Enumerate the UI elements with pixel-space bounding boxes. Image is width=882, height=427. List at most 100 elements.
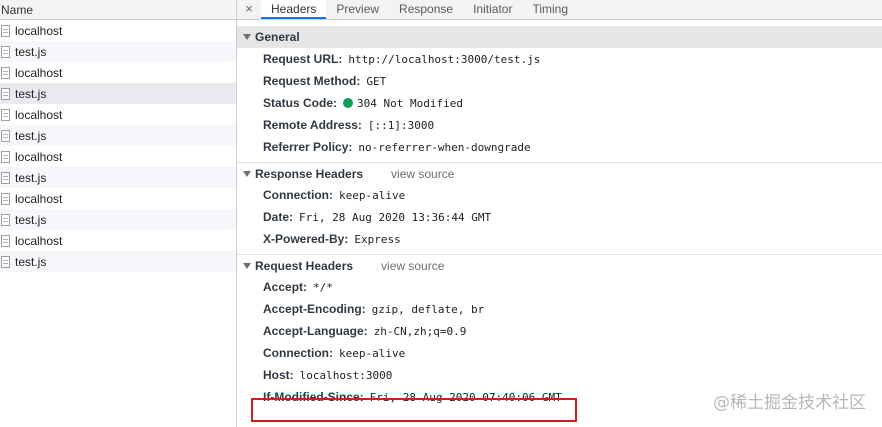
- request-name: test.js: [15, 254, 47, 269]
- request-row-selected[interactable]: test.js: [0, 83, 236, 104]
- header-name: Remote Address:: [263, 118, 362, 132]
- header-value: 304 Not Modified: [357, 96, 463, 110]
- close-icon[interactable]: ×: [237, 0, 261, 19]
- header-value: zh-CN,zh;q=0.9: [373, 324, 467, 338]
- document-icon: [1, 129, 10, 142]
- header-name: X-Powered-By:: [263, 232, 349, 246]
- header-name: Request Method:: [263, 74, 361, 88]
- document-icon: [1, 213, 10, 226]
- header-name: Accept-Encoding:: [263, 302, 366, 316]
- header-value: keep-alive: [339, 346, 406, 360]
- header-row: Connection: keep-alive: [237, 342, 882, 364]
- header-name: Connection:: [263, 346, 333, 360]
- view-source-link[interactable]: view source: [381, 259, 444, 273]
- document-icon: [1, 108, 10, 121]
- request-name: localhost: [15, 107, 63, 122]
- request-row[interactable]: localhost: [0, 62, 236, 83]
- header-row: Request Method: GET: [237, 70, 882, 92]
- response-headers-section-toggle[interactable]: Response Headers view source: [237, 162, 882, 184]
- header-name: Accept:: [263, 280, 308, 294]
- request-name: test.js: [15, 86, 47, 101]
- triangle-down-icon: [243, 34, 251, 40]
- document-icon: [1, 192, 10, 205]
- header-value: */*: [313, 280, 333, 294]
- request-row[interactable]: test.js: [0, 125, 236, 146]
- watermark: @稀土掘金技术社区: [713, 393, 866, 413]
- request-row[interactable]: localhost: [0, 20, 236, 41]
- header-row: Host: localhost:3000: [237, 364, 882, 386]
- request-name: localhost: [15, 233, 63, 248]
- detail-tabbar: × Headers Preview Response Initiator Tim…: [237, 0, 882, 20]
- header-value: Express: [354, 232, 401, 246]
- document-icon: [1, 87, 10, 100]
- request-row[interactable]: test.js: [0, 251, 236, 272]
- header-row: Connection: keep-alive: [237, 184, 882, 206]
- header-row: Accept-Encoding: gzip, deflate, br: [237, 298, 882, 320]
- section-title: General: [255, 30, 300, 44]
- request-row[interactable]: test.js: [0, 41, 236, 62]
- devtools-network-panel: Name localhost test.js localhost test.js…: [0, 0, 882, 427]
- request-name: localhost: [15, 191, 63, 206]
- request-name: localhost: [15, 23, 63, 38]
- header-value: no-referrer-when-downgrade: [358, 140, 531, 154]
- request-row[interactable]: test.js: [0, 167, 236, 188]
- document-icon: [1, 24, 10, 37]
- header-row: X-Powered-By: Express: [237, 228, 882, 250]
- header-value: GET: [366, 74, 387, 88]
- header-row: Remote Address: [::1]:3000: [237, 114, 882, 136]
- request-name: test.js: [15, 128, 47, 143]
- header-value: Fri, 28 Aug 2020 13:36:44 GMT: [299, 210, 492, 224]
- request-row[interactable]: test.js: [0, 209, 236, 230]
- document-icon: [1, 255, 10, 268]
- document-icon: [1, 234, 10, 247]
- request-details: × Headers Preview Response Initiator Tim…: [237, 0, 882, 427]
- tab-timing[interactable]: Timing: [522, 0, 578, 19]
- tab-response[interactable]: Response: [389, 0, 463, 19]
- view-source-link[interactable]: view source: [391, 167, 454, 181]
- tab-initiator[interactable]: Initiator: [463, 0, 522, 19]
- name-column-header[interactable]: Name: [0, 0, 236, 20]
- request-headers-section-toggle[interactable]: Request Headers view source: [237, 254, 882, 276]
- request-row[interactable]: localhost: [0, 104, 236, 125]
- header-value: [::1]:3000: [367, 118, 435, 132]
- request-name: test.js: [15, 44, 47, 59]
- header-value: localhost:3000: [299, 368, 393, 382]
- status-ok-icon: [343, 98, 354, 108]
- header-name: Accept-Language:: [263, 324, 368, 338]
- header-value: gzip, deflate, br: [371, 302, 485, 316]
- header-name: Request URL:: [263, 52, 343, 66]
- document-icon: [1, 66, 10, 79]
- header-name: Date:: [263, 210, 294, 224]
- section-title: Response Headers: [255, 166, 364, 181]
- document-icon: [1, 171, 10, 184]
- document-icon: [1, 45, 10, 58]
- header-row: Status Code: 304 Not Modified: [237, 92, 882, 114]
- request-name: test.js: [15, 212, 47, 227]
- header-name: Status Code:: [263, 96, 338, 110]
- highlight-annotation-box: [251, 398, 577, 422]
- header-value: http://localhost:3000/test.js: [348, 52, 541, 66]
- general-section-toggle[interactable]: General: [237, 26, 882, 48]
- tab-preview[interactable]: Preview: [326, 0, 389, 19]
- header-row: Accept: */*: [237, 276, 882, 298]
- triangle-down-icon: [243, 262, 251, 269]
- request-name: localhost: [15, 149, 63, 164]
- header-name: Referrer Policy:: [263, 140, 353, 154]
- header-row: Referrer Policy: no-referrer-when-downgr…: [237, 136, 882, 158]
- tab-headers[interactable]: Headers: [261, 0, 327, 19]
- header-name: Host:: [263, 368, 294, 382]
- header-row: Request URL: http://localhost:3000/test.…: [237, 48, 882, 70]
- request-row[interactable]: localhost: [0, 230, 236, 251]
- request-row[interactable]: localhost: [0, 188, 236, 209]
- section-title: Request Headers: [255, 258, 354, 273]
- header-value: keep-alive: [339, 188, 406, 202]
- request-list: Name localhost test.js localhost test.js…: [0, 0, 237, 427]
- request-name: test.js: [15, 170, 47, 185]
- header-row: Date: Fri, 28 Aug 2020 13:36:44 GMT: [237, 206, 882, 228]
- triangle-down-icon: [243, 170, 251, 177]
- request-name: localhost: [15, 65, 63, 80]
- header-name: Connection:: [263, 188, 333, 202]
- request-row[interactable]: localhost: [0, 146, 236, 167]
- document-icon: [1, 150, 10, 163]
- header-row: Accept-Language: zh-CN,zh;q=0.9: [237, 320, 882, 342]
